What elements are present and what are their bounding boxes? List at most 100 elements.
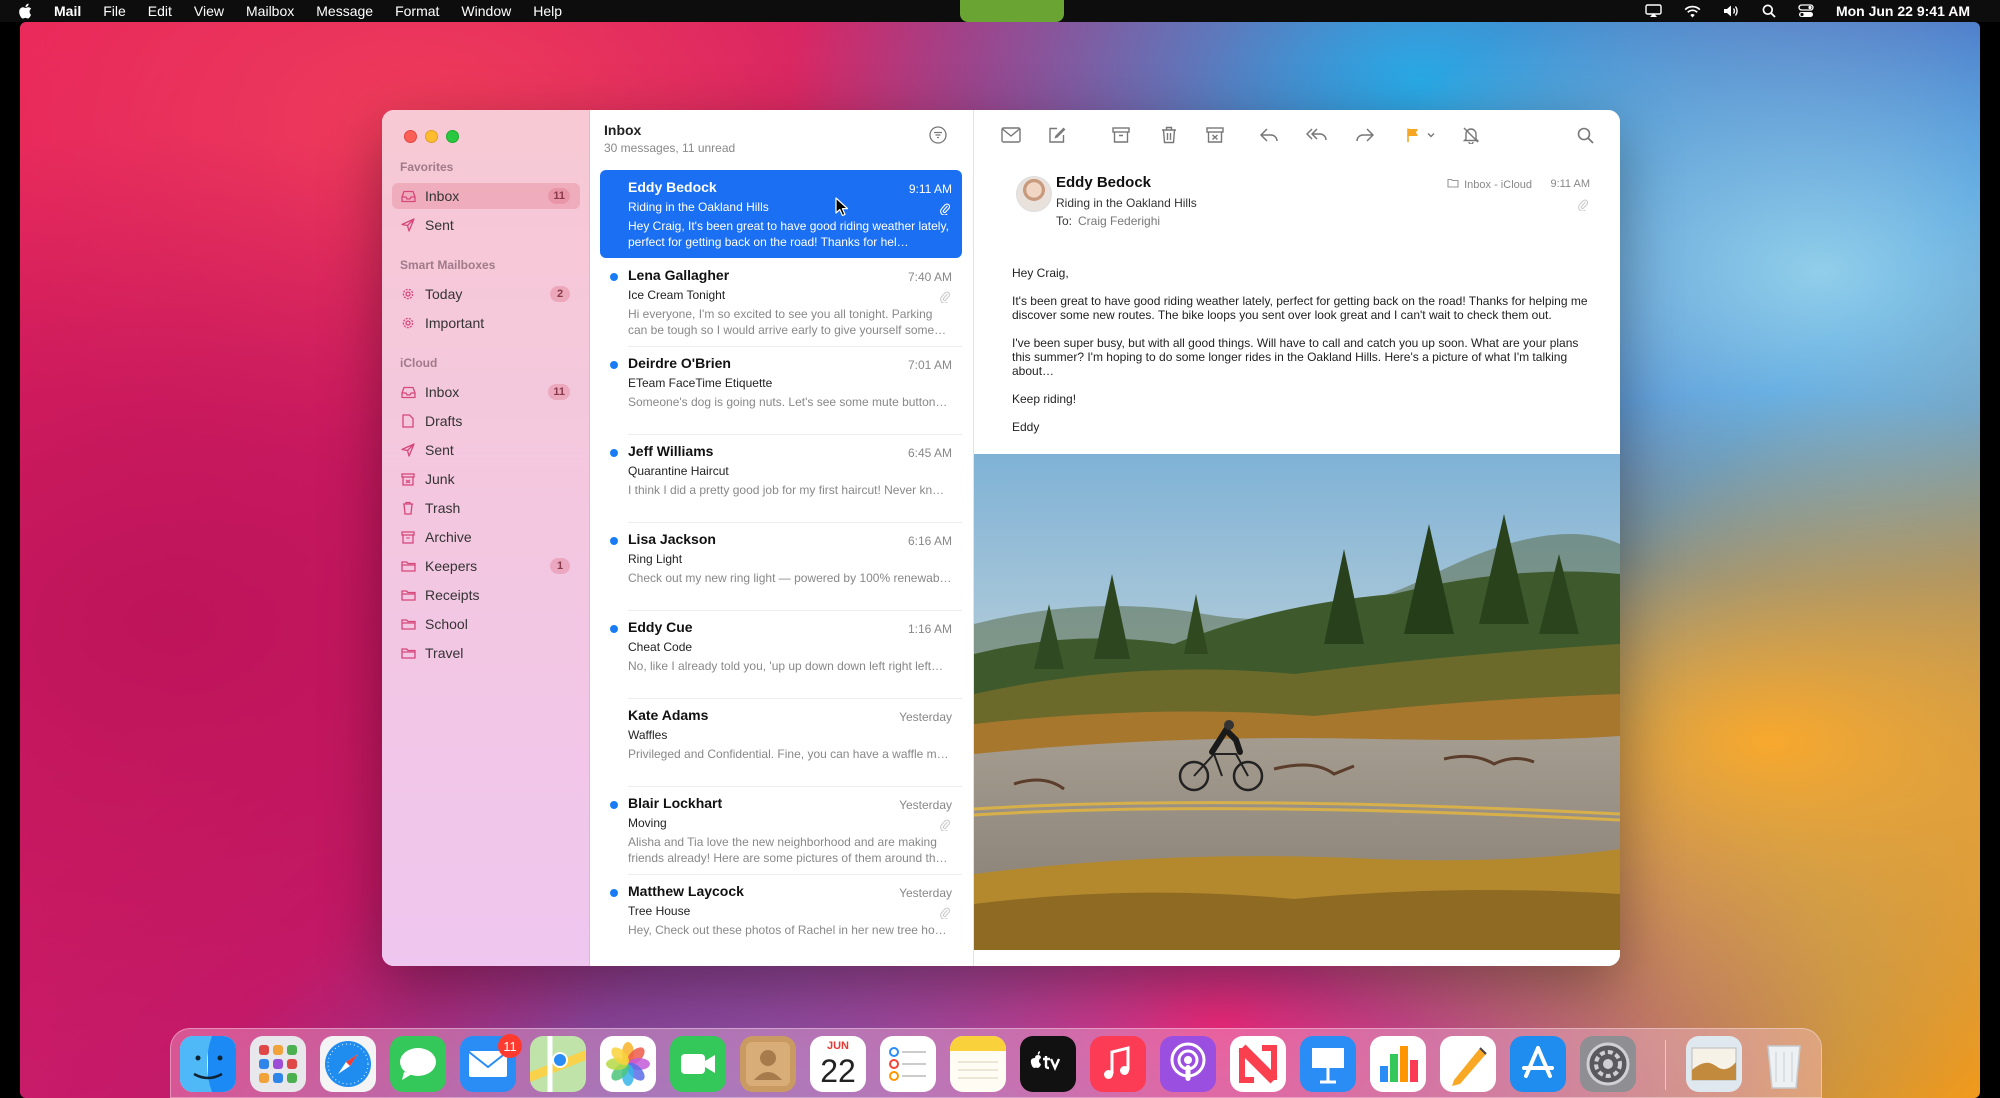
- photos-icon[interactable]: [600, 1036, 656, 1092]
- apple-tv-icon[interactable]: [1020, 1036, 1076, 1092]
- notes-icon[interactable]: [950, 1036, 1006, 1092]
- dock-separator: [1665, 1040, 1666, 1090]
- message-time: Yesterday: [899, 886, 952, 900]
- body-paragraph: Eddy: [1012, 420, 1040, 434]
- fullscreen-window-button[interactable]: [446, 130, 459, 143]
- system-preferences-icon[interactable]: [1580, 1036, 1636, 1092]
- toolbar: [974, 110, 1620, 160]
- mail-window: Favorites Inbox 11 Sent Smart Mailboxes …: [382, 110, 1620, 966]
- safari-icon[interactable]: [320, 1036, 376, 1092]
- wifi-icon[interactable]: [1684, 5, 1701, 18]
- reply-all-icon[interactable]: [1306, 124, 1328, 146]
- menu-help[interactable]: Help: [533, 3, 562, 19]
- control-center-icon[interactable]: [1798, 4, 1814, 18]
- sidebar-item-receipts[interactable]: Receipts: [392, 582, 580, 608]
- messages-icon[interactable]: [390, 1036, 446, 1092]
- contacts-icon[interactable]: [740, 1036, 796, 1092]
- mute-bell-icon[interactable]: [1460, 124, 1482, 146]
- sidebar-item-school[interactable]: School: [392, 611, 580, 637]
- sidebar-item-icloud-inbox[interactable]: Inbox 11: [392, 379, 580, 405]
- menu-file[interactable]: File: [103, 3, 126, 19]
- message-row[interactable]: Eddy Cue 1:16 AM Cheat Code No, like I a…: [600, 610, 962, 698]
- menu-mailbox[interactable]: Mailbox: [246, 3, 294, 19]
- sidebar-item-icloud-sent[interactable]: Sent: [392, 437, 580, 463]
- message-row[interactable]: Lisa Jackson 6:16 AM Ring Light Check ou…: [600, 522, 962, 610]
- launchpad-icon[interactable]: [250, 1036, 306, 1092]
- sidebar-item-today[interactable]: Today 2: [392, 281, 580, 307]
- menu-message[interactable]: Message: [316, 3, 373, 19]
- filter-icon[interactable]: [929, 126, 947, 149]
- attachment-icon: [940, 202, 951, 218]
- sidebar-item-junk[interactable]: Junk: [392, 466, 580, 492]
- attached-photo[interactable]: [974, 454, 1620, 950]
- sender-name: Eddy Bedock: [1056, 174, 1152, 191]
- menu-view[interactable]: View: [194, 3, 224, 19]
- reminders-icon[interactable]: [880, 1036, 936, 1092]
- message-time: 1:16 AM: [907, 622, 952, 636]
- forward-icon[interactable]: [1354, 124, 1376, 146]
- message-row[interactable]: Eddy Bedock 9:11 AM Riding in the Oaklan…: [600, 170, 962, 258]
- menu-format[interactable]: Format: [395, 3, 439, 19]
- spotlight-search-icon[interactable]: [1762, 4, 1776, 18]
- junk-icon[interactable]: [1204, 124, 1226, 146]
- menu-app-mail[interactable]: Mail: [54, 3, 81, 19]
- message-row[interactable]: Deirdre O'Brien 7:01 AM ETeam FaceTime E…: [600, 346, 962, 434]
- message-subject: Quarantine Haircut: [628, 464, 729, 478]
- message-row[interactable]: Jeff Williams 6:45 AM Quarantine Haircut…: [600, 434, 962, 522]
- volume-icon[interactable]: [1723, 4, 1740, 18]
- unread-dot: [610, 889, 618, 897]
- keynote-icon[interactable]: [1300, 1036, 1356, 1092]
- sidebar-item-travel[interactable]: Travel: [392, 640, 580, 666]
- compose-icon[interactable]: [1046, 124, 1068, 146]
- unread-count-badge: 11: [548, 384, 570, 400]
- search-icon[interactable]: [1574, 124, 1596, 146]
- message-time: Yesterday: [899, 710, 952, 724]
- message-time: 6:45 AM: [907, 446, 952, 460]
- message-row[interactable]: Lena Gallagher 7:40 AM Ice Cream Tonight…: [600, 258, 962, 346]
- screen-mirroring-icon[interactable]: [1645, 4, 1662, 18]
- finder-icon[interactable]: [180, 1036, 236, 1092]
- calendar-icon[interactable]: JUN 22: [810, 1036, 866, 1092]
- message-subject: Riding in the Oakland Hills: [628, 200, 769, 214]
- message-row[interactable]: Matthew Laycock Yesterday Tree House Hey…: [600, 874, 962, 962]
- mailbox-location-label: Inbox - iCloud: [1464, 178, 1532, 191]
- close-window-button[interactable]: [404, 130, 417, 143]
- podcasts-icon[interactable]: [1160, 1036, 1216, 1092]
- sidebar-item-trash[interactable]: Trash: [392, 495, 580, 521]
- apple-menu-icon[interactable]: [18, 3, 32, 19]
- chevron-down-icon[interactable]: [1420, 124, 1442, 146]
- app-store-icon[interactable]: [1510, 1036, 1566, 1092]
- news-icon[interactable]: [1230, 1036, 1286, 1092]
- menu-window[interactable]: Window: [461, 3, 511, 19]
- music-icon[interactable]: [1090, 1036, 1146, 1092]
- recent-document-icon[interactable]: [1686, 1036, 1742, 1092]
- reply-icon[interactable]: [1258, 124, 1280, 146]
- menu-edit[interactable]: Edit: [148, 3, 172, 19]
- facetime-icon[interactable]: [670, 1036, 726, 1092]
- message-row[interactable]: Kate Adams Yesterday Waffles Privileged …: [600, 698, 962, 786]
- sidebar-item-important[interactable]: Important: [392, 310, 580, 336]
- sidebar-item-keepers[interactable]: Keepers 1: [392, 553, 580, 579]
- menu-bar-clock[interactable]: Mon Jun 22 9:41 AM: [1836, 3, 1970, 19]
- unread-count-badge: 11: [548, 188, 570, 204]
- tray-icon: [400, 384, 416, 400]
- sidebar-item-label: Sent: [425, 442, 454, 458]
- mailbox-summary: 30 messages, 11 unread: [604, 141, 736, 155]
- trash-icon: [400, 500, 416, 516]
- sidebar-item-drafts[interactable]: Drafts: [392, 408, 580, 434]
- get-mail-icon[interactable]: [1000, 124, 1022, 146]
- minimize-window-button[interactable]: [425, 130, 438, 143]
- sidebar-item-favorites-sent[interactable]: Sent: [392, 212, 580, 238]
- numbers-icon[interactable]: [1370, 1036, 1426, 1092]
- sidebar-item-archive[interactable]: Archive: [392, 524, 580, 550]
- recipient-name[interactable]: Craig Federighi: [1078, 214, 1160, 228]
- maps-icon[interactable]: [530, 1036, 586, 1092]
- archive-icon[interactable]: [1110, 124, 1132, 146]
- sidebar-item-label: Travel: [425, 645, 464, 661]
- sidebar-item-label: Junk: [425, 471, 455, 487]
- trash-can-icon[interactable]: [1756, 1036, 1812, 1092]
- message-row[interactable]: Blair Lockhart Yesterday Moving Alisha a…: [600, 786, 962, 874]
- pages-icon[interactable]: [1440, 1036, 1496, 1092]
- trash-icon[interactable]: [1158, 124, 1180, 146]
- sidebar-item-favorites-inbox[interactable]: Inbox 11: [392, 183, 580, 209]
